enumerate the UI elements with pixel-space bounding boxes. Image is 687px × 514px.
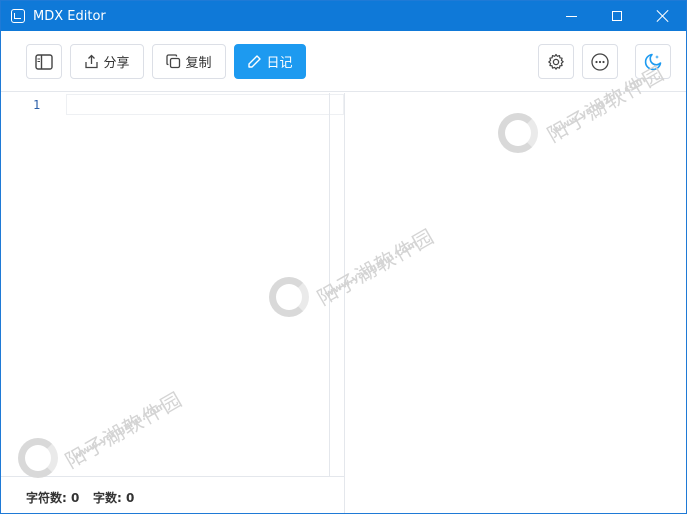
settings-button[interactable] [538,44,574,79]
editor-scroll-divider [329,93,330,476]
share-button[interactable]: 分享 [70,44,144,79]
window-controls [548,1,686,31]
copy-label: 复制 [185,56,212,71]
status-bar: 字符数: 0 字数: 0 [1,476,345,513]
maximize-button[interactable] [594,1,640,31]
more-icon [591,52,609,71]
toggle-sidebar-button[interactable] [26,44,62,79]
diary-label: 日记 [266,56,293,71]
word-count: 字数: 0 [93,491,135,505]
share-icon [85,54,99,69]
more-button[interactable] [582,44,618,79]
minimize-button[interactable] [548,1,594,31]
app-window: MDX Editor 分享 复制 日记 1 字符数: 0 字数: 0 阳子湖软件… [0,0,687,514]
maximize-icon [612,11,622,21]
sidebar-icon [35,53,53,70]
title-bar: MDX Editor [1,1,686,31]
close-button[interactable] [640,1,686,31]
diary-button[interactable]: 日记 [234,44,306,79]
toolbar: 分享 复制 日记 [1,31,686,92]
close-icon [657,10,669,22]
line-number: 1 [33,98,41,112]
copy-button[interactable]: 复制 [152,44,226,79]
share-label: 分享 [103,56,130,71]
char-count: 字符数: 0 [26,491,80,505]
editor-pane[interactable]: 1 字符数: 0 字数: 0 [1,93,345,513]
gear-icon [548,53,564,70]
pencil-icon [248,55,262,68]
window-title: MDX Editor [33,8,106,24]
copy-icon [166,54,181,69]
preview-pane [346,93,686,513]
active-line-input[interactable] [66,94,344,115]
minimize-icon [565,15,577,17]
moon-icon [644,53,662,70]
theme-toggle-button[interactable] [635,44,671,79]
app-logo-icon [11,9,25,23]
